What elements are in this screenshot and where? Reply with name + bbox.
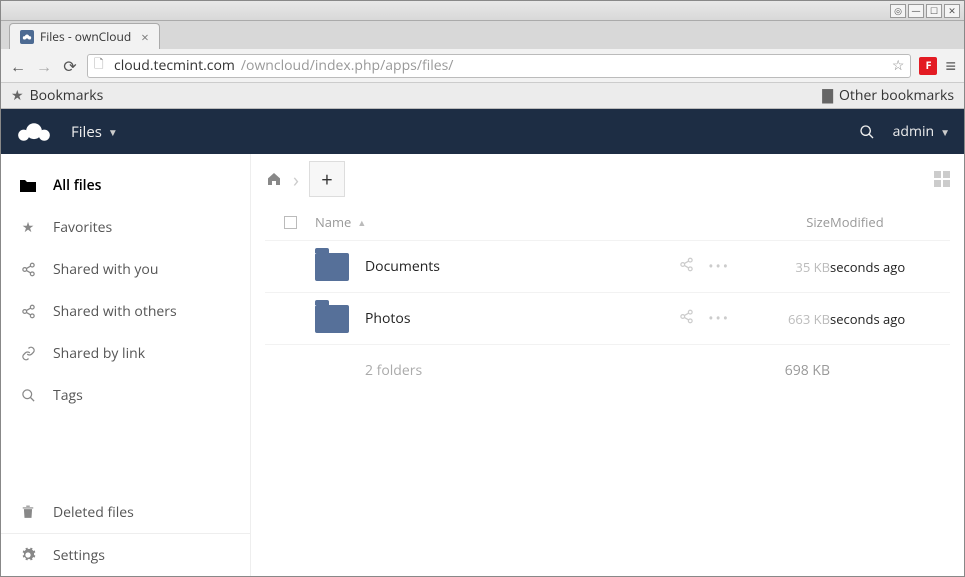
file-name: Documents — [365, 257, 440, 276]
sidebar-item-label: Shared with others — [53, 302, 177, 321]
bookmarks-label[interactable]: Bookmarks — [30, 86, 104, 105]
forward-button[interactable]: → — [35, 55, 53, 77]
app-header: Files ▼ admin ▼ — [1, 109, 964, 154]
sidebar-item-tags[interactable]: Tags — [1, 374, 250, 416]
sort-asc-icon: ▲ — [357, 216, 366, 229]
minimize-button[interactable]: — — [908, 4, 924, 18]
more-icon[interactable]: ••• — [708, 309, 730, 328]
browser-tabstrip: Files - ownCloud × — [1, 21, 964, 49]
share-icon — [19, 262, 37, 277]
close-window-button[interactable]: ✕ — [944, 4, 960, 18]
sidebar-item-all-files[interactable]: All files — [1, 164, 250, 206]
sidebar-item-label: Shared with you — [53, 260, 158, 279]
site-info-icon[interactable]: 🗋 — [94, 55, 108, 76]
close-tab-icon[interactable]: × — [141, 28, 148, 46]
sidebar-item-label: Tags — [53, 386, 83, 405]
trash-icon — [19, 504, 37, 520]
sidebar-item-label: All files — [53, 176, 101, 195]
sidebar: All files ★ Favorites Shared with you Sh… — [1, 154, 251, 576]
summary-text: 2 folders — [365, 361, 422, 380]
star-icon: ★ — [19, 218, 37, 237]
select-all-checkbox[interactable] — [284, 216, 297, 229]
folder-icon — [315, 253, 349, 281]
sidebar-item-deleted-files[interactable]: Deleted files — [1, 491, 250, 533]
caret-down-icon: ▼ — [108, 125, 118, 139]
sidebar-item-label: Settings — [53, 546, 105, 565]
owncloud-logo[interactable] — [15, 121, 53, 143]
table-header: Name ▲ Size Modified — [265, 204, 950, 240]
folder-icon: ▇ — [822, 86, 833, 105]
flipboard-extension-icon[interactable]: F — [919, 57, 937, 75]
sidebar-item-label: Favorites — [53, 218, 112, 237]
column-header-name[interactable]: Name ▲ — [315, 213, 640, 231]
column-header-size[interactable]: Size — [740, 213, 830, 231]
gear-icon — [19, 547, 37, 563]
url-host: cloud.tecmint.com — [114, 56, 235, 75]
caret-down-icon: ▼ — [940, 125, 950, 139]
table-row[interactable]: Documents ••• 35 KB seconds ago — [265, 240, 950, 292]
table-summary: 2 folders 698 KB — [265, 344, 950, 396]
file-size: 663 KB — [740, 310, 830, 328]
table-row[interactable]: Photos ••• 663 KB seconds ago — [265, 292, 950, 344]
folder-icon — [315, 305, 349, 333]
sidebar-item-favorites[interactable]: ★ Favorites — [1, 206, 250, 248]
address-bar[interactable]: 🗋 cloud.tecmint.com/owncloud/index.php/a… — [87, 54, 911, 78]
other-bookmarks-label[interactable]: Other bookmarks — [839, 86, 954, 105]
plus-icon: + — [321, 166, 332, 193]
link-icon — [19, 346, 37, 361]
file-size: 35 KB — [740, 258, 830, 276]
column-header-modified[interactable]: Modified — [830, 213, 950, 231]
user-menu-button[interactable]: ◎ — [890, 4, 906, 18]
browser-toolbar: ← → ⟳ 🗋 cloud.tecmint.com/owncloud/index… — [1, 49, 964, 83]
search-icon — [19, 388, 37, 403]
file-name: Photos — [365, 309, 411, 328]
share-icon[interactable] — [679, 309, 694, 328]
file-modified: seconds ago — [830, 258, 950, 276]
url-path: /owncloud/index.php/apps/files/ — [241, 56, 454, 75]
app-selector[interactable]: Files ▼ — [71, 122, 118, 142]
folder-icon — [19, 178, 37, 192]
sidebar-item-label: Deleted files — [53, 503, 134, 522]
more-icon[interactable]: ••• — [708, 257, 730, 276]
file-modified: seconds ago — [830, 310, 950, 328]
bookmark-star-icon[interactable]: ☆ — [892, 56, 905, 75]
content-area: › + Name ▲ Size Modified — [251, 154, 964, 576]
breadcrumb-bar: › + — [251, 154, 964, 204]
sidebar-item-shared-by-link[interactable]: Shared by link — [1, 332, 250, 374]
share-icon — [19, 304, 37, 319]
window-titlebar: ◎ — ☐ ✕ — [1, 1, 964, 21]
sidebar-item-shared-with-you[interactable]: Shared with you — [1, 248, 250, 290]
app-name: Files — [71, 122, 102, 142]
tab-title: Files - ownCloud — [40, 28, 131, 45]
star-icon: ★ — [11, 86, 24, 105]
summary-size: 698 KB — [740, 361, 830, 380]
share-icon[interactable] — [679, 257, 694, 276]
chevron-right-icon: › — [293, 166, 299, 193]
search-icon[interactable] — [859, 124, 875, 140]
owncloud-favicon — [20, 30, 34, 44]
sidebar-item-label: Shared by link — [53, 344, 145, 363]
sidebar-item-settings[interactable]: Settings — [1, 534, 250, 576]
reload-button[interactable]: ⟳ — [61, 55, 79, 77]
user-menu[interactable]: admin ▼ — [893, 122, 950, 141]
maximize-button[interactable]: ☐ — [926, 4, 942, 18]
home-icon[interactable] — [265, 171, 283, 187]
browser-tab[interactable]: Files - ownCloud × — [9, 23, 160, 49]
grid-view-toggle[interactable] — [934, 171, 950, 187]
back-button[interactable]: ← — [9, 55, 27, 77]
browser-menu-icon[interactable]: ≡ — [945, 54, 956, 78]
bookmarks-bar: ★ Bookmarks ▇ Other bookmarks — [1, 83, 964, 109]
sidebar-item-shared-with-others[interactable]: Shared with others — [1, 290, 250, 332]
new-button[interactable]: + — [309, 161, 345, 197]
file-table: Name ▲ Size Modified Documents ••• 35 — [251, 204, 964, 396]
username: admin — [893, 122, 934, 141]
